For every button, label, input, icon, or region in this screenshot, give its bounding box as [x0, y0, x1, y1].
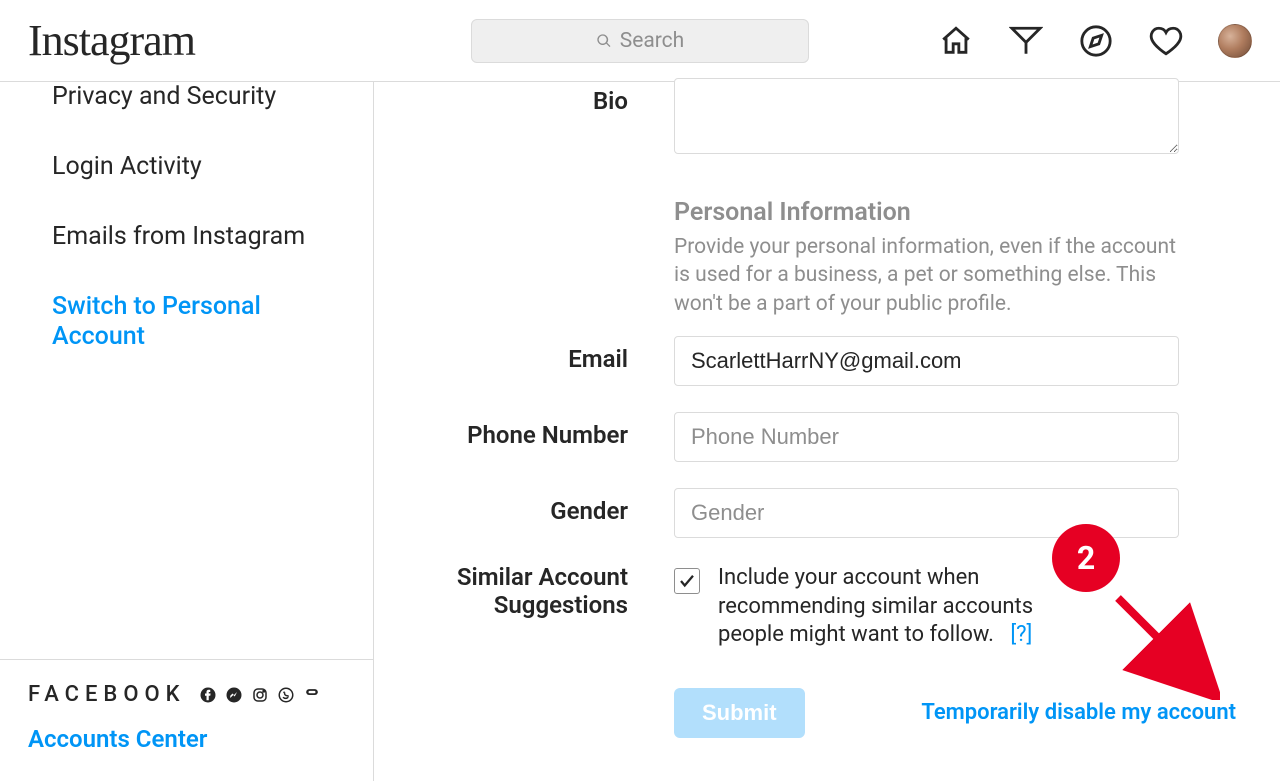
search-icon [596, 33, 612, 49]
search-input[interactable]: Search [471, 19, 809, 63]
similar-suggestions-text: Include your account when recommending s… [718, 564, 1058, 650]
profile-avatar[interactable] [1218, 24, 1252, 58]
bio-label: Bio [374, 78, 674, 116]
phone-input[interactable] [674, 412, 1179, 462]
similar-suggestions-label: Similar Account Suggestions [374, 564, 674, 619]
messages-icon[interactable] [1008, 23, 1044, 59]
personal-info-desc: Provide your personal information, even … [674, 233, 1194, 318]
phone-label: Phone Number [374, 412, 674, 450]
home-icon[interactable] [938, 23, 974, 59]
annotation-arrow-icon [1110, 590, 1220, 700]
facebook-label: FACEBOOK [28, 682, 186, 707]
sidebar-item-switch-account[interactable]: Switch to Personal Account [0, 274, 373, 374]
activity-icon[interactable] [1148, 23, 1184, 59]
messenger-icon [224, 685, 244, 705]
oculus-icon [302, 685, 322, 705]
email-input[interactable] [674, 336, 1179, 386]
temporarily-disable-link[interactable]: Temporarily disable my account [921, 700, 1240, 725]
search-placeholder: Search [620, 29, 685, 53]
top-bar: Instagram Search [0, 0, 1280, 82]
similar-suggestions-help-link[interactable]: [?] [1010, 622, 1032, 647]
instagram-logo[interactable]: Instagram [28, 15, 195, 66]
sidebar-item-emails[interactable]: Emails from Instagram [0, 204, 373, 274]
bio-textarea[interactable] [674, 78, 1179, 154]
accounts-center-link[interactable]: Accounts Center [28, 725, 345, 753]
facebook-app-icons [198, 685, 322, 705]
sidebar-item-login-activity[interactable]: Login Activity [0, 134, 373, 204]
check-icon [678, 572, 696, 590]
nav-icons [938, 23, 1252, 59]
instagram-icon [250, 685, 270, 705]
email-label: Email [374, 336, 674, 374]
facebook-icon [198, 685, 218, 705]
settings-sidebar: Privacy and Security Login Activity Emai… [0, 82, 374, 781]
annotation-step-badge: 2 [1052, 524, 1120, 592]
sidebar-item-privacy[interactable]: Privacy and Security [0, 82, 373, 134]
gender-label: Gender [374, 488, 674, 526]
similar-suggestions-checkbox[interactable] [674, 568, 700, 594]
whatsapp-icon [276, 685, 296, 705]
personal-info-heading: Personal Information [674, 198, 1214, 227]
submit-button[interactable]: Submit [674, 688, 805, 738]
explore-icon[interactable] [1078, 23, 1114, 59]
